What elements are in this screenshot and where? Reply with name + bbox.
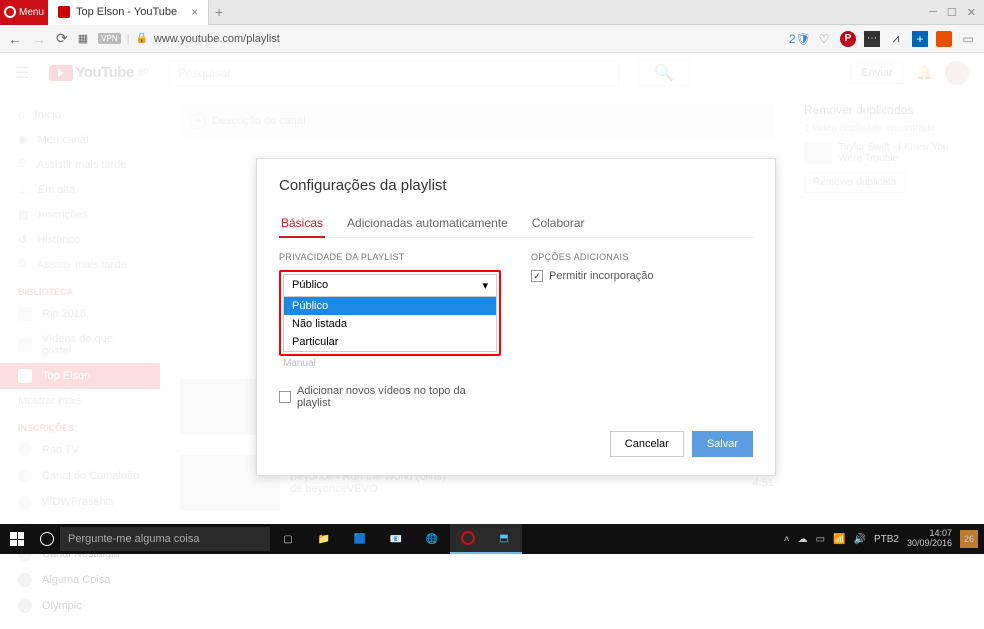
wifi-icon[interactable]: 📶 — [833, 534, 845, 545]
tab-basicas[interactable]: Básicas — [279, 210, 325, 238]
separator: | — [127, 33, 130, 45]
browser-tab[interactable]: Top Elson - YouTube × — [48, 0, 209, 25]
heart-icon[interactable]: ♡ — [816, 31, 832, 47]
privacy-dropdown: Público Não listada Particular — [283, 297, 497, 352]
start-button[interactable] — [0, 524, 34, 554]
sort-label: Manual — [279, 356, 501, 371]
opera-taskbar-button[interactable] — [450, 524, 486, 554]
battery-icon[interactable]: ▭ — [816, 534, 825, 545]
file-explorer-button[interactable]: 📁 — [306, 524, 342, 554]
back-button[interactable]: ← — [8, 31, 22, 47]
menu-label: Menu — [19, 7, 44, 18]
add-to-top-checkbox-row[interactable]: Adicionar novos vídeos no topo da playli… — [279, 385, 501, 409]
checkbox-checked-icon[interactable]: ✓ — [531, 270, 543, 282]
cortana-search-input[interactable]: Pergunte-me alguma coisa — [60, 527, 270, 551]
url-text: www.youtube.com/playlist — [154, 33, 280, 45]
option-nao-listada[interactable]: Não listada — [284, 315, 496, 333]
addthis-icon[interactable]: + — [912, 31, 928, 47]
app-button[interactable]: 🌐 — [414, 524, 450, 554]
browser-tab-bar: Menu Top Elson - YouTube × + ─ ☐ ✕ — [0, 0, 984, 25]
volume-icon[interactable]: 🔊 — [853, 534, 865, 545]
reload-button[interactable]: ⟳ — [56, 30, 68, 47]
taskbar-apps: ▢ 📁 🟦 📧 🌐 ⬒ — [270, 524, 522, 554]
onedrive-icon[interactable]: ☁ — [798, 534, 808, 545]
system-tray: ˄ ☁ ▭ 📶 🔊 PTB2 14:07 30/09/2016 26 — [784, 529, 984, 549]
channel-avatar-icon — [18, 573, 32, 587]
browser-toolbar: ← → ⟳ ▦ VPN | 🔒 www.youtube.com/playlist… — [0, 25, 984, 53]
pulse-icon[interactable]: ⩘ — [888, 31, 904, 47]
option-particular[interactable]: Particular — [284, 333, 496, 351]
address-bar[interactable]: VPN | 🔒 www.youtube.com/playlist — [98, 33, 782, 45]
app-button[interactable]: 🟦 — [342, 524, 378, 554]
vpn-badge[interactable]: VPN — [98, 33, 120, 44]
close-tab-icon[interactable]: × — [191, 5, 198, 19]
tab-colaborar[interactable]: Colaborar — [530, 210, 587, 237]
option-publico[interactable]: Público — [284, 297, 496, 315]
cortana-button[interactable] — [34, 532, 60, 546]
checkbox-label: Permitir incorporação — [549, 270, 654, 282]
language-indicator[interactable]: PTB2 — [874, 534, 899, 545]
app-button-active[interactable]: ⬒ — [486, 524, 522, 554]
modal-tabs: Básicas Adicionadas automaticamente Cola… — [279, 210, 753, 238]
checkbox-icon[interactable] — [279, 391, 291, 403]
selected-value: Público — [292, 279, 328, 292]
checkbox-label: Adicionar novos vídeos no topo da playli… — [297, 385, 501, 409]
close-window-icon[interactable]: ✕ — [967, 6, 976, 19]
playlist-settings-modal: Configurações da playlist Básicas Adicio… — [256, 158, 776, 476]
sidebar-sub-item[interactable]: Alguma Coisa — [0, 567, 160, 593]
extension-icon[interactable]: ⋯ — [864, 31, 880, 47]
youtube-favicon-icon — [58, 6, 70, 18]
lock-icon: 🔒 — [135, 33, 147, 44]
tray-chevron-icon[interactable]: ˄ — [784, 534, 790, 545]
forward-button[interactable]: → — [32, 31, 46, 47]
save-button[interactable]: Salvar — [692, 431, 753, 457]
opera-menu-button[interactable]: Menu — [0, 0, 48, 25]
maximize-icon[interactable]: ☐ — [947, 6, 957, 19]
options-label: OPÇÕES ADICIONAIS — [531, 252, 753, 262]
modal-footer: Cancelar Salvar — [279, 431, 753, 457]
tab-auto-add[interactable]: Adicionadas automaticamente — [345, 210, 510, 237]
embed-checkbox-row[interactable]: ✓ Permitir incorporação — [531, 270, 753, 282]
modal-title: Configurações da playlist — [279, 177, 753, 194]
notification-center-icon[interactable]: 26 — [960, 530, 978, 548]
pinterest-icon[interactable]: P — [840, 31, 856, 47]
sidebar-toggle-icon[interactable]: ▭ — [960, 31, 976, 47]
speed-dial-icon[interactable]: ▦ — [78, 32, 88, 45]
cortana-icon — [40, 532, 54, 546]
cancel-button[interactable]: Cancelar — [610, 431, 684, 457]
privacy-label: PRIVACIDADE DA PLAYLIST — [279, 252, 501, 262]
windows-taskbar: Pergunte-me alguma coisa ▢ 📁 🟦 📧 🌐 ⬒ ˄ ☁… — [0, 524, 984, 554]
shield-icon[interactable]: 2🛡 — [792, 31, 808, 47]
windows-logo-icon — [10, 532, 24, 546]
toolbar-extensions: 2🛡 ♡ P ⋯ ⩘ + ▭ — [792, 31, 976, 47]
extension-icon-2[interactable] — [936, 31, 952, 47]
task-view-button[interactable]: ▢ — [270, 524, 306, 554]
tab-title: Top Elson - YouTube — [76, 6, 177, 18]
chevron-down-icon: ▾ — [482, 279, 488, 292]
channel-avatar-icon — [18, 599, 32, 613]
app-button[interactable]: 📧 — [378, 524, 414, 554]
new-tab-button[interactable]: + — [209, 4, 229, 20]
minimize-icon[interactable]: ─ — [929, 6, 937, 19]
sidebar-sub-item[interactable]: Olympic — [0, 593, 160, 619]
window-controls: ─ ☐ ✕ — [929, 6, 984, 19]
clock[interactable]: 14:07 30/09/2016 — [907, 529, 952, 549]
opera-logo-icon — [4, 6, 16, 18]
privacy-select-highlight: Público ▾ Público Não listada Particular — [279, 270, 501, 356]
privacy-select[interactable]: Público ▾ — [283, 274, 497, 297]
